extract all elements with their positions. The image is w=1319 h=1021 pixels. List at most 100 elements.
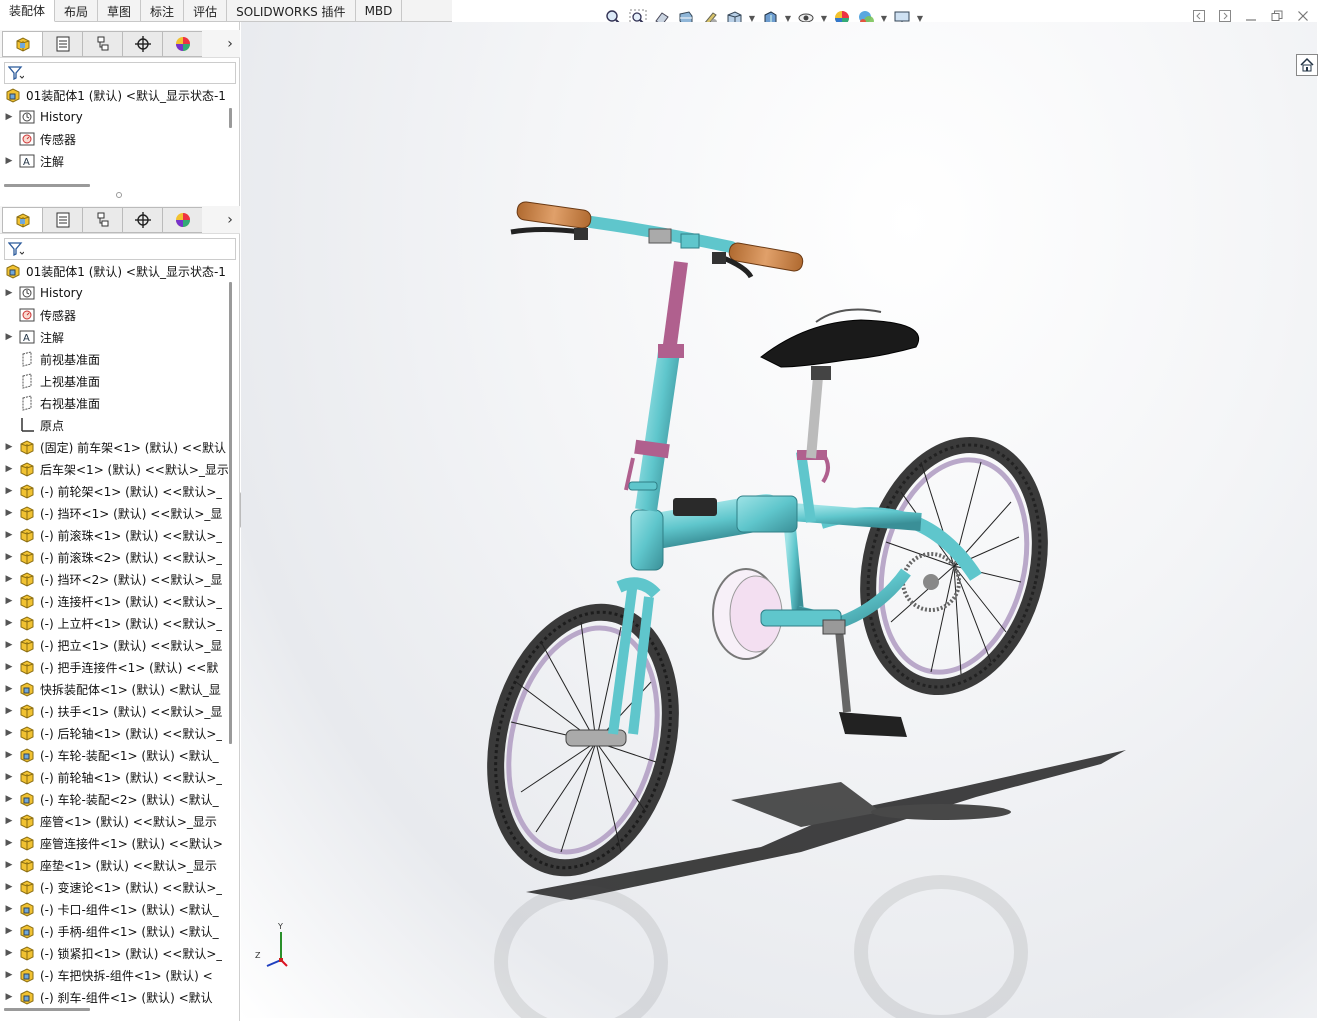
expand-panel-icon[interactable]: ›: [220, 212, 240, 228]
tree-item[interactable]: ▶ (-) 变速论<1> (默认) <<默认>_: [0, 876, 228, 898]
expand-arrow-icon[interactable]: ▶: [0, 970, 18, 980]
expand-arrow-icon[interactable]: ▶: [0, 552, 18, 562]
expand-arrow-icon[interactable]: ▶: [0, 816, 18, 826]
tree-item[interactable]: ▶ 快拆装配体<1> (默认) <默认_显: [0, 678, 228, 700]
bicycle-model[interactable]: [241, 22, 1317, 1018]
tree-item[interactable]: ▶ (-) 挡环<2> (默认) <<默认>_显: [0, 568, 228, 590]
tree-item-history[interactable]: ▶ History: [0, 106, 228, 128]
part-icon: [18, 702, 36, 720]
tree-item[interactable]: ▶ 座管连接件<1> (默认) <<默认>: [0, 832, 228, 854]
tab-evaluate[interactable]: 评估: [184, 0, 228, 22]
expand-arrow-icon[interactable]: ▶: [0, 486, 18, 496]
expand-arrow-icon[interactable]: ▶: [0, 332, 18, 342]
tree-item[interactable]: ▶ (-) 挡环<1> (默认) <<默认>_显: [0, 502, 228, 524]
expand-arrow-icon[interactable]: ▶: [0, 948, 18, 958]
featuremanager-tab[interactable]: [2, 206, 42, 233]
tab-markup[interactable]: 标注: [141, 0, 185, 22]
expand-arrow-icon[interactable]: ▶: [0, 838, 18, 848]
tree-item[interactable]: ▶ (-) 车把快拆-组件<1> (默认) <: [0, 964, 228, 986]
tab-solidworks-addins[interactable]: SOLIDWORKS 插件: [227, 0, 356, 22]
expand-arrow-icon[interactable]: ▶: [0, 464, 18, 474]
expand-arrow-icon[interactable]: ▶: [0, 574, 18, 584]
tree-item[interactable]: ▶ (-) 把立<1> (默认) <<默认>_显: [0, 634, 228, 656]
tree-item[interactable]: 传感器: [0, 304, 228, 326]
part-icon: [18, 482, 36, 500]
tree-item[interactable]: ▶ 座管<1> (默认) <<默认>_显示: [0, 810, 228, 832]
expand-arrow-icon[interactable]: ▶: [0, 706, 18, 716]
tab-assembly[interactable]: 装配体: [0, 0, 56, 22]
expand-arrow-icon[interactable]: ▶: [0, 882, 18, 892]
filter-icon: [8, 66, 24, 80]
tree-item[interactable]: ▶ (-) 车轮-装配<1> (默认) <默认_: [0, 744, 228, 766]
expand-arrow-icon[interactable]: ▶: [0, 530, 18, 540]
expand-arrow-icon[interactable]: ▶: [0, 794, 18, 804]
dimxpertmanager-tab[interactable]: [122, 30, 162, 57]
tree-item[interactable]: ▶ 座垫<1> (默认) <<默认>_显示: [0, 854, 228, 876]
tree-item[interactable]: ▶ (-) 上立杆<1> (默认) <<默认>_: [0, 612, 228, 634]
expand-arrow-icon[interactable]: ▶: [0, 904, 18, 914]
tree-item[interactable]: 原点: [0, 414, 228, 436]
tree-item-sensors[interactable]: 传感器: [0, 128, 228, 150]
expand-arrow-icon[interactable]: ▶: [0, 926, 18, 936]
tree-item[interactable]: ▶ (-) 连接杆<1> (默认) <<默认>_: [0, 590, 228, 612]
tree-vertical-scrollbar[interactable]: [229, 282, 232, 744]
tree-item[interactable]: ▶ (-) 车轮-装配<2> (默认) <默认_: [0, 788, 228, 810]
expand-arrow-icon[interactable]: ▶: [0, 442, 18, 452]
tree-item[interactable]: ▶ (-) 前轮轴<1> (默认) <<默认>_: [0, 766, 228, 788]
configurationmanager-tab[interactable]: [82, 206, 122, 233]
tree-item[interactable]: ▶ (-) 扶手<1> (默认) <<默认>_显: [0, 700, 228, 722]
expand-arrow-icon[interactable]: ▶: [0, 662, 18, 672]
expand-arrow-icon[interactable]: ▶: [0, 508, 18, 518]
tree-item[interactable]: ▶ (-) 锁紧扣<1> (默认) <<默认>_: [0, 942, 228, 964]
propertymanager-tab[interactable]: [42, 206, 82, 233]
graphics-area[interactable]: Y Z: [241, 22, 1317, 1018]
expand-arrow-icon[interactable]: ▶: [0, 728, 18, 738]
tree-item[interactable]: ▶ (-) 前轮架<1> (默认) <<默认>_: [0, 480, 228, 502]
configurationmanager-tab[interactable]: [82, 30, 122, 57]
tree-item[interactable]: 前视基准面: [0, 348, 228, 370]
tab-layout[interactable]: 布局: [55, 0, 99, 22]
tab-mbd[interactable]: MBD: [356, 0, 403, 22]
pane-splitter-handle[interactable]: [116, 192, 122, 198]
tab-sketch[interactable]: 草图: [98, 0, 142, 22]
featuremanager-tab[interactable]: [2, 30, 42, 57]
propertymanager-tab[interactable]: [42, 30, 82, 57]
tree-item[interactable]: ▶ (-) 前滚珠<1> (默认) <<默认>_: [0, 524, 228, 546]
tree-item[interactable]: ▶ (-) 刹车-组件<1> (默认) <默认: [0, 986, 228, 1008]
tree-item[interactable]: 上视基准面: [0, 370, 228, 392]
tree-item[interactable]: ▶ (-) 手柄-组件<1> (默认) <默认_: [0, 920, 228, 942]
expand-arrow-icon[interactable]: ▶: [0, 992, 18, 1002]
dimxpertmanager-tab[interactable]: [122, 206, 162, 233]
expand-arrow-icon[interactable]: ▶: [0, 772, 18, 782]
expand-arrow-icon[interactable]: ▶: [0, 618, 18, 628]
tree-item[interactable]: ▶ History: [0, 282, 228, 304]
expand-arrow-icon[interactable]: ▶: [0, 640, 18, 650]
home-icon[interactable]: [1296, 54, 1318, 76]
tree-item[interactable]: ▶ (固定) 前车架<1> (默认) <<默认: [0, 436, 228, 458]
tree-root-assembly[interactable]: 01装配体1 (默认) <默认_显示状态-1: [0, 84, 228, 106]
expand-arrow-icon[interactable]: ▶: [0, 860, 18, 870]
tree-item[interactable]: ▶ (-) 前滚珠<2> (默认) <<默认>_: [0, 546, 228, 568]
expand-arrow-icon[interactable]: ▶: [0, 684, 18, 694]
tree-vertical-scrollbar[interactable]: [229, 108, 232, 128]
displaymanager-tab[interactable]: [162, 30, 202, 57]
displaymanager-tab[interactable]: [162, 206, 202, 233]
tree-item[interactable]: ▶ (-) 后轮轴<1> (默认) <<默认>_: [0, 722, 228, 744]
expand-arrow-icon[interactable]: ▶: [0, 288, 18, 298]
tree-item[interactable]: ▶ A 注解: [0, 326, 228, 348]
expand-arrow-icon[interactable]: ▶: [0, 596, 18, 606]
tree-item[interactable]: ▶ (-) 把手连接件<1> (默认) <<默: [0, 656, 228, 678]
tree-filter-field[interactable]: [4, 238, 236, 260]
tree-horizontal-scrollbar[interactable]: [4, 184, 90, 187]
tree-item[interactable]: ▶ 后车架<1> (默认) <<默认>_显示: [0, 458, 228, 480]
tree-item[interactable]: ▶ (-) 卡口-组件<1> (默认) <默认_: [0, 898, 228, 920]
expand-arrow-icon[interactable]: ▶: [0, 750, 18, 760]
tree-item[interactable]: 右视基准面: [0, 392, 228, 414]
expand-panel-icon[interactable]: ›: [220, 36, 240, 52]
tree-filter-field[interactable]: [4, 62, 236, 84]
tree-horizontal-scrollbar[interactable]: [4, 1008, 90, 1011]
expand-arrow-icon[interactable]: ▶: [0, 156, 18, 166]
tree-root-assembly[interactable]: 01装配体1 (默认) <默认_显示状态-1: [0, 260, 228, 282]
expand-arrow-icon[interactable]: ▶: [0, 112, 18, 122]
tree-item-annotations[interactable]: ▶ A 注解: [0, 150, 228, 172]
